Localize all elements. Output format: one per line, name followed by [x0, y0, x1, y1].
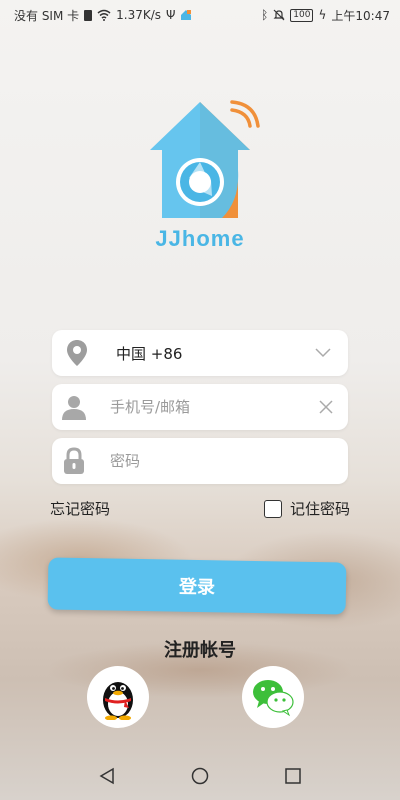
- battery-icon: 100: [290, 8, 314, 22]
- remember-password[interactable]: 记住密码: [263, 498, 350, 519]
- region-value: 中国 +86: [116, 344, 183, 363]
- chevron-down-icon[interactable]: [298, 348, 348, 358]
- login-button[interactable]: 登录: [47, 557, 347, 615]
- charging-icon: ϟ: [318, 8, 327, 22]
- carrier-text: 没有 SIM 卡: [14, 8, 80, 23]
- clear-icon[interactable]: [304, 400, 348, 414]
- sim-alert-icon: [84, 9, 93, 21]
- lock-icon: [52, 447, 96, 475]
- wechat-login-button[interactable]: [242, 666, 304, 728]
- wifi-icon: [97, 9, 111, 21]
- account-field[interactable]: [52, 384, 348, 430]
- login-options: 忘记密码 记住密码: [50, 498, 350, 519]
- qq-penguin-icon: [103, 682, 133, 720]
- wechat-icon: [253, 680, 294, 717]
- back-icon[interactable]: [98, 767, 116, 785]
- remember-label: 记住密码: [289, 500, 350, 518]
- password-input[interactable]: [96, 452, 304, 470]
- account-input[interactable]: [96, 398, 304, 416]
- recents-icon[interactable]: [284, 767, 302, 785]
- network-speed: 1.37K/s: [116, 8, 162, 22]
- system-nav-bar: [0, 752, 400, 800]
- password-field[interactable]: [52, 438, 348, 484]
- bluetooth-icon: ᛒ: [261, 8, 269, 22]
- brand-name: JJhome: [155, 226, 245, 251]
- user-icon: [52, 394, 96, 420]
- register-link[interactable]: 注册帐号: [0, 636, 400, 662]
- app-notification-icon: [181, 10, 192, 20]
- location-pin-icon: [52, 339, 102, 367]
- forgot-password-link[interactable]: 忘记密码: [50, 498, 110, 519]
- mute-icon: [273, 9, 285, 21]
- home-icon[interactable]: [191, 767, 209, 785]
- clock: 上午10:47: [331, 8, 390, 23]
- status-left: 没有 SIM 卡 1.37K/s Ψ: [14, 7, 192, 24]
- status-right: ᛒ 100 ϟ 上午10:47: [261, 7, 390, 24]
- usb-icon: Ψ: [166, 8, 176, 22]
- remember-checkbox[interactable]: [263, 499, 282, 518]
- status-bar: 没有 SIM 卡 1.37K/s Ψ ᛒ 100 ϟ 上午10:47: [0, 0, 400, 30]
- region-selector[interactable]: 中国 +86: [52, 330, 348, 376]
- qq-login-button[interactable]: [87, 666, 149, 728]
